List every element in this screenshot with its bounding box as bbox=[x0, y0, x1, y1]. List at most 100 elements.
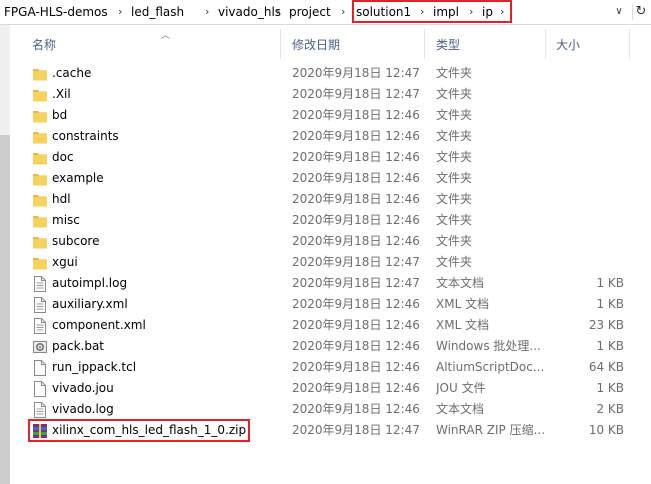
file-name: component.xml bbox=[52, 318, 146, 332]
file-type: 文件夹 bbox=[436, 108, 473, 122]
file-name: bd bbox=[52, 108, 68, 122]
breadcrumb-vivado-hls[interactable]: vivado_hls bbox=[218, 4, 281, 20]
file-row[interactable]: hdl 2020年9月18日 12:46 文件夹 bbox=[30, 189, 630, 210]
file-date-modified: 2020年9月18日 12:46 bbox=[292, 213, 420, 227]
column-name-header[interactable]: 名称 bbox=[32, 37, 56, 53]
file-row[interactable]: component.xml 2020年9月18日 12:46 XML 文档 23 KB bbox=[30, 315, 630, 336]
file-size: 2 KB bbox=[596, 402, 624, 416]
file-type: 文件夹 bbox=[436, 87, 473, 101]
file-date-modified: 2020年9月18日 12:47 bbox=[292, 276, 420, 290]
file-name: auxiliary.xml bbox=[52, 297, 128, 311]
refresh-icon[interactable]: ↻ bbox=[632, 4, 649, 20]
folder-icon bbox=[33, 87, 47, 103]
file-type: WinRAR ZIP 压缩... bbox=[436, 423, 546, 437]
folder-icon bbox=[33, 255, 47, 271]
text-file-icon bbox=[33, 402, 47, 418]
column-divider[interactable] bbox=[424, 29, 425, 59]
file-row[interactable]: bd 2020年9月18日 12:46 文件夹 bbox=[30, 105, 630, 126]
folder-icon bbox=[33, 150, 47, 166]
batch-file-icon bbox=[33, 339, 47, 355]
folder-icon bbox=[33, 192, 47, 208]
file-date-modified: 2020年9月18日 12:46 bbox=[292, 381, 420, 395]
folder-icon bbox=[33, 129, 47, 145]
file-type: 文件夹 bbox=[436, 192, 473, 206]
column-divider[interactable] bbox=[545, 29, 546, 59]
file-date-modified: 2020年9月18日 12:46 bbox=[292, 108, 420, 122]
file-date-modified: 2020年9月18日 12:46 bbox=[292, 150, 420, 164]
file-size bbox=[550, 149, 624, 166]
file-name: hdl bbox=[52, 192, 71, 206]
file-type: JOU 文件 bbox=[436, 381, 486, 395]
file-size bbox=[550, 170, 624, 187]
breadcrumb-project[interactable]: project bbox=[289, 4, 331, 20]
file-name: .Xil bbox=[52, 87, 71, 101]
file-name: pack.bat bbox=[52, 339, 105, 353]
breadcrumb-separator-icon: › bbox=[118, 5, 123, 18]
file-date-modified: 2020年9月18日 12:46 bbox=[292, 339, 420, 353]
column-divider[interactable] bbox=[280, 29, 281, 59]
text-file-icon bbox=[33, 276, 47, 292]
file-type: 文件夹 bbox=[436, 234, 473, 248]
file-row[interactable]: run_ippack.tcl 2020年9月18日 12:46 AltiumScri… bbox=[30, 357, 630, 378]
file-row[interactable]: subcore 2020年9月18日 12:46 文件夹 bbox=[30, 231, 630, 252]
file-row[interactable]: .cache 2020年9月18日 12:47 文件夹 bbox=[30, 63, 630, 84]
file-row[interactable]: vivado.log 2020年9月18日 12:46 文本文档 2 KB bbox=[30, 399, 630, 420]
column-divider[interactable] bbox=[629, 29, 630, 59]
file-type: XML 文档 bbox=[436, 318, 490, 332]
file-row[interactable]: .Xil 2020年9月18日 12:47 文件夹 bbox=[30, 84, 630, 105]
folder-icon bbox=[33, 171, 47, 187]
file-row[interactable]: xgui 2020年9月18日 12:47 文件夹 bbox=[30, 252, 630, 273]
file-date-modified: 2020年9月18日 12:46 bbox=[292, 192, 420, 206]
file-name: misc bbox=[52, 213, 80, 227]
file-name: autoimpl.log bbox=[52, 276, 128, 290]
scrollbar-thumb[interactable] bbox=[0, 135, 10, 484]
sort-ascending-icon: ︿ bbox=[161, 31, 171, 41]
file-row[interactable]: example 2020年9月18日 12:46 文件夹 bbox=[30, 168, 630, 189]
column-size-header[interactable]: 大小 bbox=[556, 37, 580, 53]
file-size bbox=[550, 212, 624, 229]
navigation-pane-scrollbar[interactable] bbox=[0, 25, 10, 484]
file-size: 64 KB bbox=[588, 360, 624, 374]
breadcrumb-led-flash[interactable]: led_flash bbox=[131, 4, 184, 20]
file-name: example bbox=[52, 171, 104, 185]
file-row[interactable]: pack.bat 2020年9月18日 12:46 Windows 批处理... 1 … bbox=[30, 336, 630, 357]
file-size bbox=[550, 65, 624, 82]
file-size: 23 KB bbox=[588, 318, 624, 332]
breadcrumb-separator-icon: › bbox=[341, 5, 346, 18]
file-type: 文件夹 bbox=[436, 255, 473, 269]
file-date-modified: 2020年9月18日 12:47 bbox=[292, 66, 420, 80]
file-date-modified: 2020年9月18日 12:46 bbox=[292, 402, 420, 416]
file-size bbox=[550, 107, 624, 124]
file-date-modified: 2020年9月18日 12:46 bbox=[292, 234, 420, 248]
breadcrumb-separator-icon: › bbox=[276, 5, 281, 18]
column-header: ︿ 名称 修改日期 类型 大小 bbox=[10, 25, 651, 63]
blank-file-icon bbox=[33, 381, 47, 397]
address-bar[interactable]: FPGA-HLS-demos › led_flash › vivado_hls … bbox=[0, 0, 651, 25]
file-date-modified: 2020年9月18日 12:47 bbox=[292, 87, 420, 101]
file-type: 文件夹 bbox=[436, 150, 473, 164]
file-row[interactable]: autoimpl.log 2020年9月18日 12:47 文本文档 1 KB bbox=[30, 273, 630, 294]
file-size bbox=[550, 86, 624, 103]
folder-icon bbox=[33, 234, 47, 250]
breadcrumb-fpga-hls-demos[interactable]: FPGA-HLS-demos bbox=[4, 4, 108, 20]
file-name: run_ippack.tcl bbox=[52, 360, 137, 374]
column-date-header[interactable]: 修改日期 bbox=[292, 37, 340, 53]
file-size bbox=[550, 233, 624, 250]
file-type: 文件夹 bbox=[436, 129, 473, 143]
chevron-down-icon[interactable]: ∨ bbox=[613, 4, 625, 20]
file-date-modified: 2020年9月18日 12:46 bbox=[292, 318, 420, 332]
file-type: Windows 批处理... bbox=[436, 339, 541, 353]
file-row[interactable]: vivado.jou 2020年9月18日 12:46 JOU 文件 1 KB bbox=[30, 378, 630, 399]
folder-icon bbox=[33, 108, 47, 124]
file-row[interactable]: doc 2020年9月18日 12:46 文件夹 bbox=[30, 147, 630, 168]
file-type: 文本文档 bbox=[436, 276, 485, 290]
zip-file-highlight-box bbox=[28, 419, 250, 442]
file-name: doc bbox=[52, 150, 74, 164]
file-row[interactable]: auxiliary.xml 2020年9月18日 12:46 XML 文档 1 KB bbox=[30, 294, 630, 315]
file-row[interactable]: misc 2020年9月18日 12:46 文件夹 bbox=[30, 210, 630, 231]
file-type: XML 文档 bbox=[436, 297, 490, 311]
file-row[interactable]: constraints 2020年9月18日 12:46 文件夹 bbox=[30, 126, 630, 147]
file-name: .cache bbox=[52, 66, 92, 80]
column-type-header[interactable]: 类型 bbox=[436, 37, 460, 53]
file-name: constraints bbox=[52, 129, 119, 143]
